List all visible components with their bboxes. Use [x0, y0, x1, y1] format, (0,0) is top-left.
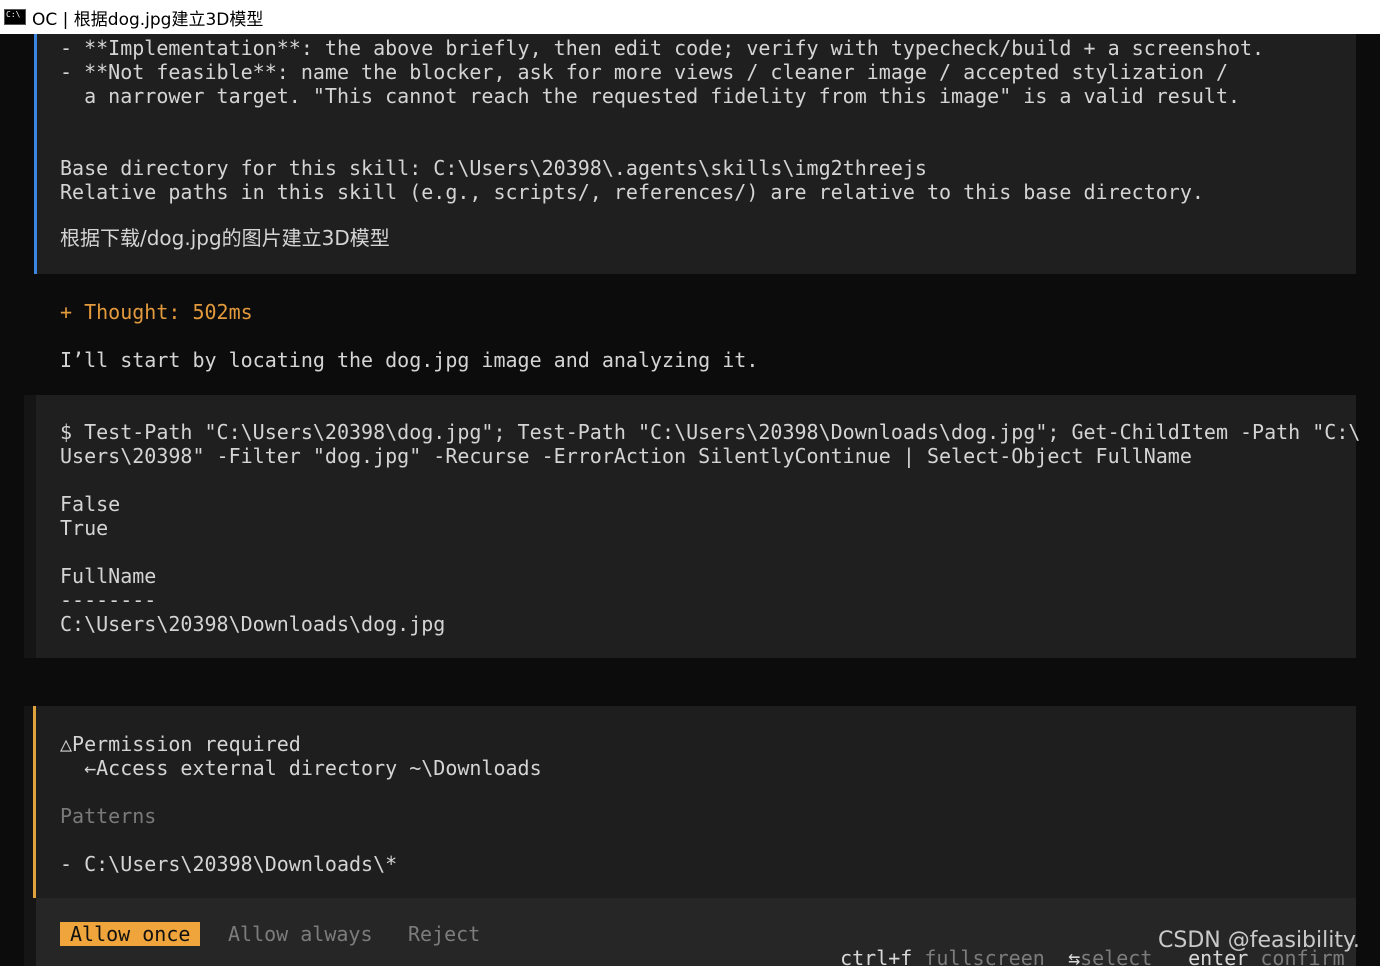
skill-line-implementation: - **Implementation**: the above briefly,… [60, 36, 1265, 60]
user-prompt: 根据下载/dog.jpg的图片建立3D模型 [60, 226, 390, 250]
console-icon [4, 9, 26, 25]
allow-always-button[interactable]: Allow always [228, 922, 373, 946]
command-line-2: Users\20398" -Filter "dog.jpg" -Recurse … [60, 444, 1192, 468]
command-output-line: C:\Users\20398\Downloads\dog.jpg [60, 612, 446, 636]
fullscreen-hint-label: fullscreen [924, 946, 1045, 966]
assistant-message: I’ll start by locating the dog.jpg image… [60, 348, 759, 372]
permission-heading: △Permission required [60, 732, 301, 756]
permission-actions-bar [24, 898, 1356, 966]
allow-once-button[interactable]: Allow once [60, 922, 201, 946]
skill-base-directory: Base directory for this skill: C:\Users\… [60, 156, 927, 180]
skill-relative-paths: Relative paths in this skill (e.g., scri… [60, 180, 1204, 204]
command-output-line: True [60, 516, 109, 540]
pattern-item: - C:\Users\20398\Downloads\* [60, 852, 398, 876]
reject-button[interactable]: Reject [408, 922, 480, 946]
skill-line-narrower-target: a narrower target. "This cannot reach th… [60, 84, 1241, 108]
csdn-watermark: CSDN @feasibility. [1158, 928, 1360, 953]
window-title: OC | 根据dog.jpg建立3D模型 [32, 9, 264, 30]
permission-detail: ←Access external directory ~\Downloads [60, 756, 542, 780]
skill-line-not-feasible: - **Not feasible**: name the blocker, as… [60, 60, 1228, 84]
thought-toggle[interactable]: + Thought: 502ms [60, 300, 253, 324]
patterns-label: Patterns [60, 804, 157, 828]
fullscreen-hint-key: ctrl+f [840, 946, 913, 966]
command-output-line: False [60, 492, 121, 516]
command-line-1: $ Test-Path "C:\Users\20398\dog.jpg"; Te… [60, 420, 1361, 444]
select-hint: ⇆select [1044, 922, 1152, 966]
command-output-line: FullName [60, 564, 157, 588]
window-titlebar[interactable]: OC | 根据dog.jpg建立3D模型 [0, 0, 1380, 34]
select-arrows-icon: ⇆ [1068, 946, 1081, 966]
fullscreen-hint: ctrl+f fullscreen [816, 922, 1045, 966]
select-hint-label: select [1080, 946, 1153, 966]
command-output-line: -------- [60, 588, 157, 612]
